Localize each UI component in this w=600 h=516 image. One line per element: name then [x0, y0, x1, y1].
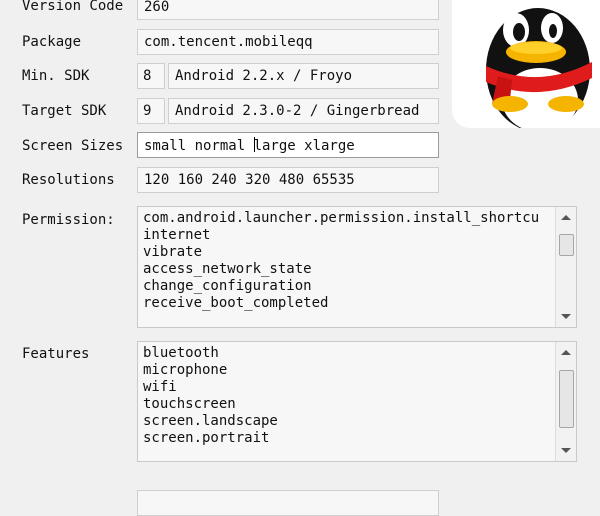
cutoff-field[interactable]: [137, 490, 439, 516]
min-sdk-level-field[interactable]: 8: [137, 63, 165, 89]
list-item[interactable]: screen.portrait: [143, 430, 576, 447]
min-sdk-name-field[interactable]: Android 2.2.x / Froyo: [168, 63, 439, 89]
screen-sizes-label: Screen Sizes: [22, 138, 124, 154]
list-item[interactable]: touchscreen: [143, 396, 576, 413]
resolutions-label: Resolutions: [22, 172, 115, 188]
list-item[interactable]: receive_boot_completed: [143, 295, 576, 312]
features-scrollbar[interactable]: [555, 342, 576, 461]
version-code-label: Version Code: [22, 0, 124, 14]
scrollbar-thumb[interactable]: [559, 370, 574, 428]
target-sdk-label: Target SDK: [22, 103, 107, 119]
scroll-down-icon[interactable]: [561, 314, 571, 319]
scroll-up-icon[interactable]: [561, 350, 571, 355]
screen-sizes-value-end: large xlarge: [253, 138, 355, 154]
screen-sizes-value-start: small normal: [144, 138, 254, 154]
features-list[interactable]: bluetooth microphone wifi touchscreen sc…: [137, 341, 577, 462]
list-item[interactable]: vibrate: [143, 244, 576, 261]
app-icon-panel: [452, 0, 600, 132]
list-item[interactable]: bluetooth: [143, 345, 576, 362]
list-item[interactable]: access_network_state: [143, 261, 576, 278]
list-item[interactable]: change_configuration: [143, 278, 576, 295]
features-label: Features: [22, 346, 90, 362]
target-sdk-name-field[interactable]: Android 2.3.0-2 / Gingerbread: [168, 98, 439, 124]
scrollbar-thumb[interactable]: [559, 234, 574, 256]
screen-sizes-field[interactable]: small normal large xlarge: [137, 132, 439, 158]
min-sdk-label: Min. SDK: [22, 68, 90, 84]
list-item[interactable]: wifi: [143, 379, 576, 396]
list-item[interactable]: com.android.launcher.permission.install_…: [143, 210, 576, 227]
list-item[interactable]: internet: [143, 227, 576, 244]
package-field[interactable]: com.tencent.mobileqq: [137, 29, 439, 55]
permission-list[interactable]: com.android.launcher.permission.install_…: [137, 206, 577, 328]
scroll-up-icon[interactable]: [561, 215, 571, 220]
permission-scrollbar[interactable]: [555, 207, 576, 327]
package-label: Package: [22, 34, 82, 50]
qq-penguin-icon: [486, 8, 592, 132]
list-item[interactable]: microphone: [143, 362, 576, 379]
target-sdk-level-field[interactable]: 9: [137, 98, 165, 124]
permission-label: Permission:: [22, 212, 115, 228]
resolutions-field[interactable]: 120 160 240 320 480 65535: [137, 167, 439, 193]
scroll-down-icon[interactable]: [561, 448, 571, 453]
list-item[interactable]: screen.landscape: [143, 413, 576, 430]
version-code-field[interactable]: 260: [137, 0, 439, 20]
